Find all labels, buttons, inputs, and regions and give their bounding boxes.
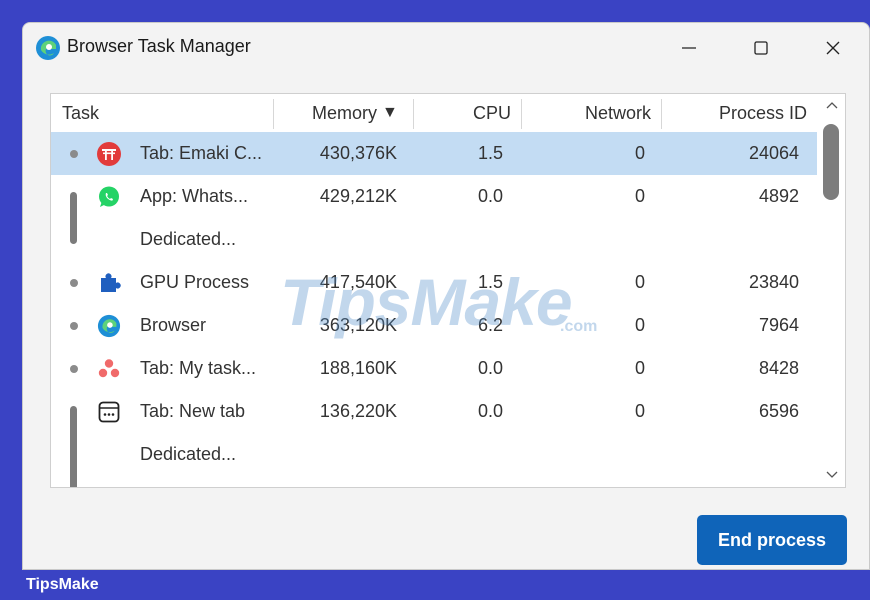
column-divider[interactable] [661,99,662,129]
column-divider[interactable] [521,99,522,129]
memory-value: 430,376K [319,143,397,163]
process-id-value: 4892 [758,186,799,206]
watermark-text: TipsMake [280,265,573,339]
column-divider[interactable] [273,99,274,129]
sort-descending-icon: ▼ [382,104,398,121]
memory-value: 188,160K [319,358,397,378]
process-dot [70,322,78,330]
column-header-network[interactable]: Network [525,94,651,132]
edge-icon [97,314,121,338]
network-value: 0 [634,143,645,163]
maximize-button[interactable] [739,31,783,65]
task-name: Tab: New tab [140,401,246,421]
window-title: Browser Task Manager [67,36,251,56]
cpu-value: 0.0 [477,358,503,378]
scroll-down-icon[interactable] [823,468,841,482]
table-row[interactable]: Dedicated... [51,433,817,476]
close-icon [826,41,840,55]
column-header-process-id[interactable]: Process ID [665,94,807,132]
cpu-value: 1.5 [477,143,503,163]
table-row[interactable]: Tab: New tab 136,220K 0.0 0 6596 [51,390,817,433]
task-name: Tab: Emaki C... [140,143,263,163]
process-dot [70,150,78,158]
column-header-task[interactable]: Task [62,94,99,132]
table-row[interactable]: Tab: My task... 188,160K 0.0 0 8428 [51,347,817,390]
memory-value: 136,220K [319,401,397,421]
new-tab-icon [98,401,120,423]
network-value: 0 [634,358,645,378]
watermark-suffix: .com [560,318,598,335]
puzzle-icon [101,273,121,292]
table-header: Task Memory ▼ CPU Network Process ID [51,94,817,132]
network-value: 0 [634,186,645,206]
process-id-value: 8428 [758,358,799,378]
column-header-cpu[interactable]: CPU [417,94,511,132]
end-process-button[interactable]: End process [697,515,847,565]
network-value: 0 [634,401,645,421]
task-name: Dedicated... [140,229,237,249]
minimize-button[interactable] [667,31,711,65]
process-dot [70,365,78,373]
title-bar: Browser Task Manager [23,23,869,73]
process-dot [70,279,78,287]
table-row[interactable]: Dedicated... [51,218,817,261]
footer-brand: TipsMake [26,576,99,593]
close-button[interactable] [811,31,855,65]
footer-bar: TipsMake [0,570,870,600]
table-row[interactable]: App: Whats... 429,212K 0.0 0 4892 [51,175,817,218]
asana-icon [98,359,120,378]
process-id-value: 24064 [748,143,799,163]
task-name: Dedicated... [140,444,237,464]
scroll-up-icon[interactable] [823,98,841,112]
task-name: App: Whats... [140,186,249,206]
minimize-icon [682,47,696,49]
torii-gate-icon [97,142,121,166]
cpu-value: 0.0 [477,401,503,421]
scrollbar-thumb[interactable] [823,124,839,200]
whatsapp-icon [99,186,119,207]
task-name: Tab: My task... [140,358,257,378]
edge-icon [36,36,60,60]
memory-value: 429,212K [319,186,397,206]
task-name: GPU Process [140,272,250,292]
cpu-value: 0.0 [477,186,503,206]
task-name: Browser [140,315,207,335]
maximize-icon [754,41,768,55]
process-id-value: 23840 [748,272,799,292]
process-id-value: 6596 [758,401,799,421]
column-divider[interactable] [413,99,414,129]
process-id-value: 7964 [758,315,799,335]
column-header-memory[interactable]: Memory [277,94,377,132]
table-row[interactable]: Tab: Emaki C... 430,376K 1.5 0 24064 [51,132,817,175]
